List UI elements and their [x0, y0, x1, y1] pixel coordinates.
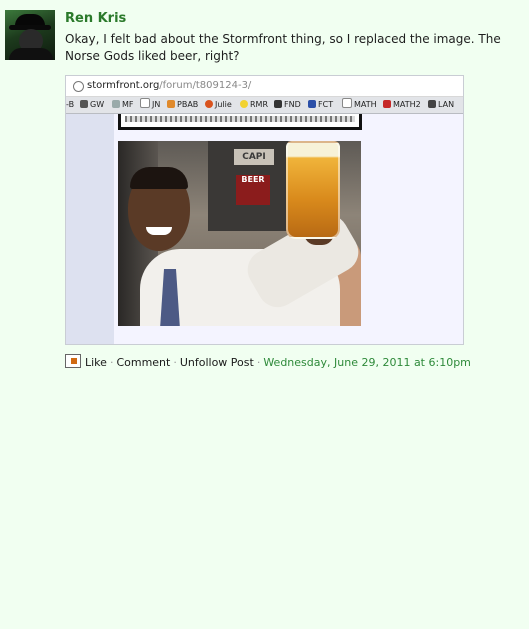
action-separator: · [173, 356, 177, 369]
image-strip [118, 114, 362, 130]
url-host: stormfront.org [87, 80, 160, 91]
bookmark-item: RMR [240, 97, 268, 113]
comment-link[interactable]: Comment [116, 356, 170, 369]
photo-sign: CAPI [234, 149, 274, 165]
globe-icon [73, 81, 84, 92]
bookmark-item: MATH2 [383, 97, 421, 113]
bookmark-label: MF [122, 100, 134, 109]
avatar-body [9, 48, 53, 60]
bookmark-item: FND [274, 97, 301, 113]
post-message: Okay, I felt bad about the Stormfront th… [65, 32, 501, 63]
browser-url-bar: stormfront.org/forum/t809124-3/ [66, 76, 463, 97]
mf-icon [112, 100, 120, 108]
fct-icon [308, 100, 316, 108]
author-avatar[interactable] [5, 10, 55, 60]
photo-sign-red: BEER [236, 175, 270, 205]
post-actions: Like · Comment · Unfollow Post · Wednesday, Ju… [65, 354, 471, 370]
bookmark-item: JN [140, 97, 160, 113]
bookmark-item: -B [66, 97, 74, 113]
bookmark-item: LAN [428, 97, 454, 113]
fnd-icon [274, 100, 282, 108]
bookmark-item: MATH [342, 97, 377, 113]
bookmark-label: RMR [250, 100, 269, 109]
bookmark-label: GW [90, 100, 105, 109]
url-text: stormfront.org/forum/t809124-3/ [87, 76, 251, 96]
action-separator: · [256, 356, 261, 369]
bulb-icon [240, 100, 248, 108]
bookmark-label: -B [66, 100, 75, 109]
attached-screenshot[interactable]: stormfront.org/forum/t809124-3/ -B GW MF… [65, 75, 464, 345]
url-path: /forum/t809124-3/ [159, 80, 252, 91]
beer-mug [286, 141, 340, 239]
bookmark-item: MF [112, 97, 134, 113]
forum-page: CAPI BEER [66, 114, 463, 344]
page-icon [140, 98, 150, 108]
bookmark-item: Julie [205, 97, 232, 113]
lan-icon [428, 100, 436, 108]
bookmark-label: MATH [354, 100, 377, 109]
bookmark-label: PBAB [177, 100, 199, 109]
unfollow-post-link[interactable]: Unfollow Post [180, 356, 254, 369]
page-icon [342, 98, 352, 108]
photo-post-icon [65, 354, 81, 368]
bookmark-label: FND [284, 100, 301, 109]
bookmark-item: GW [80, 97, 104, 113]
image-strip-content [125, 116, 355, 122]
math2-icon [383, 100, 391, 108]
bookmark-item: FCT [308, 97, 333, 113]
action-separator: · [109, 356, 114, 369]
like-link[interactable]: Like [85, 356, 107, 369]
photo-hair [130, 167, 188, 189]
bookmark-item: PBAB [167, 97, 198, 113]
bookmark-label: JN [152, 100, 161, 109]
julie-icon [205, 100, 213, 108]
post-timestamp[interactable]: Wednesday, June 29, 2011 at 6:10pm [263, 356, 471, 369]
page-sidebar [66, 114, 114, 344]
pbab-icon [167, 100, 175, 108]
bookmark-label: Julie [215, 100, 232, 109]
beer-photo: CAPI BEER [118, 141, 361, 326]
author-name[interactable]: Ren Kris [65, 11, 126, 26]
gw-icon [80, 100, 88, 108]
bookmark-label: MATH2 [393, 100, 421, 109]
photo-smile [146, 227, 172, 235]
bookmark-label: LAN [438, 100, 455, 109]
bookmark-label: FCT [318, 100, 334, 109]
bookmarks-bar: -B GW MF JN PBAB Julie RMR FND FCT MATH … [66, 97, 463, 114]
